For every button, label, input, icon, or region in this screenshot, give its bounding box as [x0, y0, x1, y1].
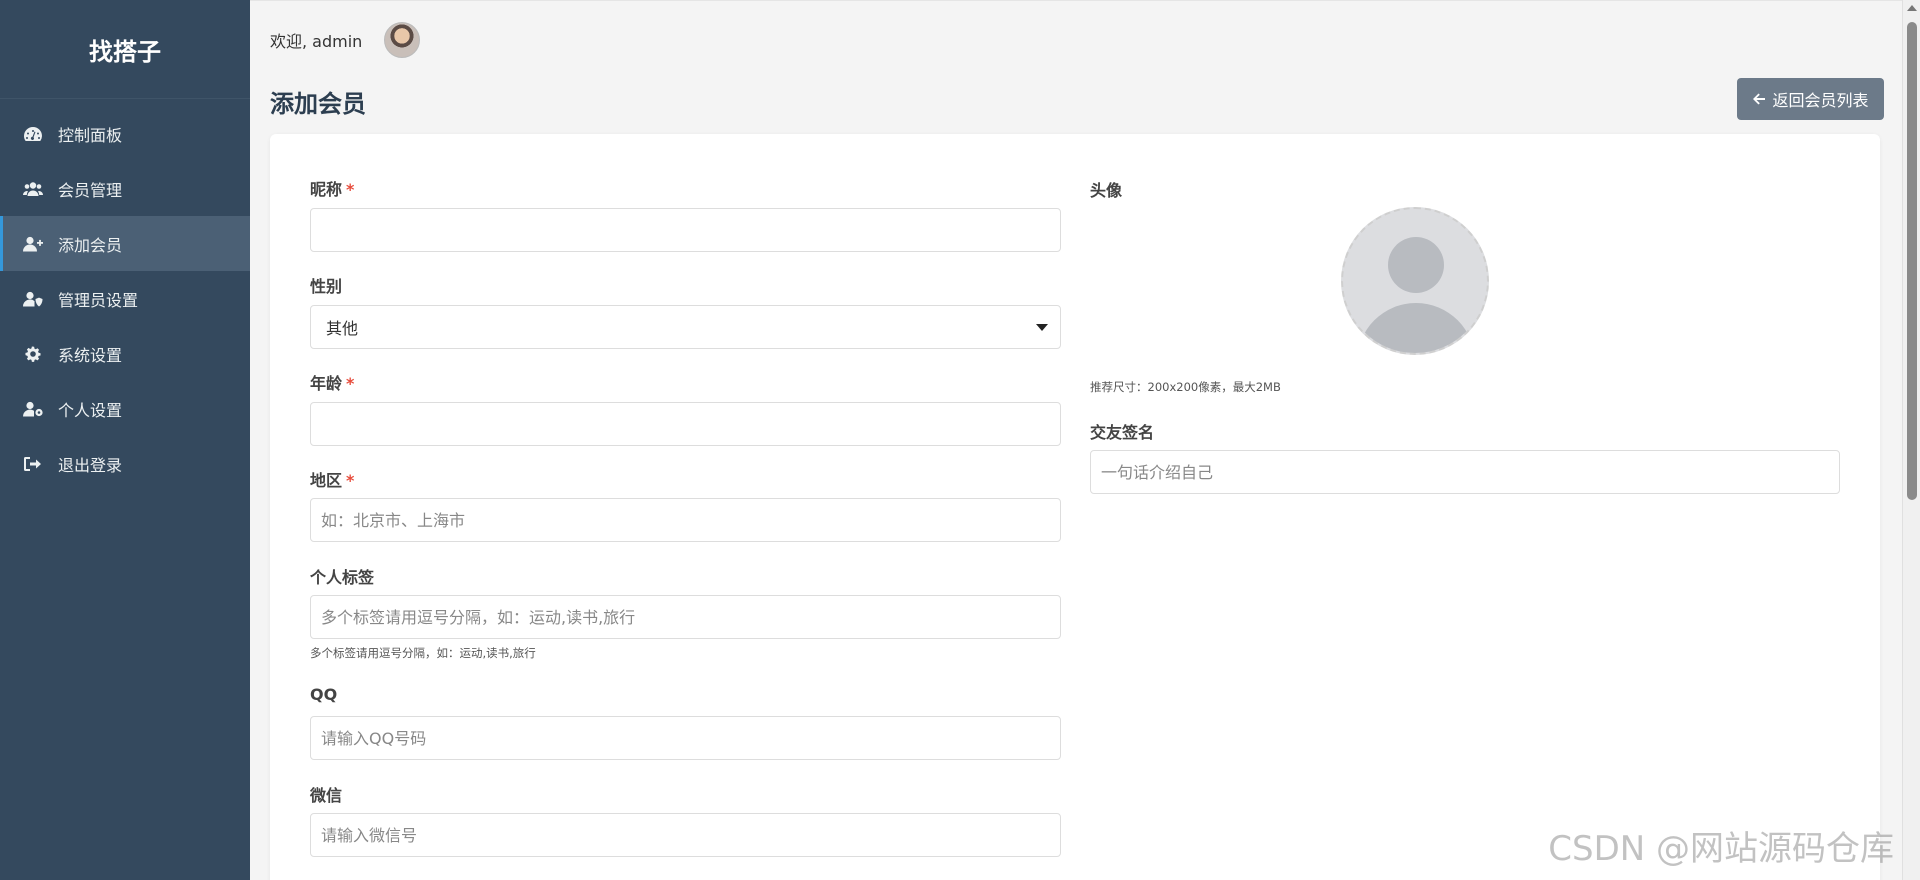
avatar-upload[interactable] [1341, 207, 1489, 355]
add-member-form: 昵称* 性别 其他 年龄* 地区* 个人标签 多个标签请用逗号分隔，如：运动,读… [270, 134, 1880, 880]
user-avatar[interactable] [384, 22, 421, 58]
sidebar-item-label: 控制面板 [58, 125, 123, 145]
sidebar: 找搭子 控制面板 会员管理 添加会员 管理员设置 系统设置 个人设置 退出登录 [0, 0, 250, 880]
required-mark: * [346, 471, 355, 490]
age-label: 年龄 * [310, 370, 354, 394]
nickname-input[interactable] [310, 208, 1061, 252]
qq-label: QQ [310, 685, 338, 704]
region-input[interactable] [310, 498, 1061, 542]
welcome-text: 欢迎, admin [270, 32, 363, 51]
sidebar-item-dashboard[interactable]: 控制面板 [0, 106, 250, 161]
users-icon [22, 180, 44, 198]
tags-label: 个人标签 [310, 568, 375, 587]
gender-select[interactable]: 其他 [310, 305, 1061, 349]
tags-hint: 多个标签请用逗号分隔，如：运动,读书,旅行 [310, 646, 536, 660]
sidebar-item-logout[interactable]: 退出登录 [0, 436, 250, 491]
sidebar-item-admin-settings[interactable]: 管理员设置 [0, 271, 250, 326]
user-plus-icon [22, 235, 44, 253]
gear-icon [22, 345, 44, 363]
gender-selected-value: 其他 [326, 319, 359, 338]
sidebar-item-label: 系统设置 [58, 345, 123, 365]
scrollbar-thumb[interactable] [1907, 22, 1917, 500]
sidebar-nav: 控制面板 会员管理 添加会员 管理员设置 系统设置 个人设置 退出登录 [0, 99, 250, 491]
tags-input[interactable] [310, 595, 1061, 639]
sidebar-item-label: 会员管理 [58, 180, 123, 200]
sidebar-item-personal-settings[interactable]: 个人设置 [0, 381, 250, 436]
avatar-label: 头像 [1090, 181, 1123, 200]
sidebar-item-label: 添加会员 [58, 235, 123, 255]
signature-input[interactable] [1090, 450, 1840, 494]
signature-label: 交友签名 [1090, 423, 1155, 442]
sidebar-item-label: 退出登录 [58, 455, 123, 475]
sidebar-item-add-member[interactable]: 添加会员 [0, 216, 250, 271]
wechat-input[interactable] [310, 813, 1061, 857]
nickname-label: 昵称 * [310, 176, 354, 200]
back-to-member-list-button[interactable]: 返回会员列表 [1737, 78, 1884, 120]
main-content: 欢迎, admin 添加会员 返回会员列表 昵称 * 性别 其他 年龄 * 地区 * … [250, 0, 1902, 880]
top-bar: 欢迎, admin [270, 21, 421, 59]
age-label-text: 年龄 [310, 374, 343, 393]
gender-label: 性别 [310, 277, 343, 296]
user-cog-icon [22, 400, 44, 418]
sign-out-icon [22, 455, 44, 473]
sidebar-item-members[interactable]: 会员管理 [0, 161, 250, 216]
page-title: 添加会员 [270, 90, 366, 118]
required-mark: * [346, 180, 355, 199]
scroll-up-arrow-icon[interactable] [1907, 5, 1917, 11]
region-label-text: 地区 [310, 471, 343, 490]
avatar-placeholder-body [1357, 303, 1475, 353]
back-button-label: 返回会员列表 [1772, 93, 1869, 110]
brand-title[interactable]: 找搭子 [0, 0, 250, 99]
watermark: CSDN @网站源码仓库 [1548, 829, 1894, 869]
caret-down-icon [1036, 323, 1048, 331]
sidebar-item-label: 管理员设置 [58, 290, 139, 310]
avatar-placeholder-head [1388, 237, 1444, 293]
sidebar-item-label: 个人设置 [58, 400, 123, 420]
age-input[interactable] [310, 402, 1061, 446]
user-shield-icon [22, 290, 44, 308]
avatar-hint: 推荐尺寸：200x200像素，最大2MB [1090, 380, 1281, 394]
nickname-label-text: 昵称 [310, 180, 343, 199]
sidebar-item-system-settings[interactable]: 系统设置 [0, 326, 250, 381]
required-mark: * [346, 374, 355, 393]
qq-input[interactable] [310, 716, 1061, 760]
wechat-label: 微信 [310, 786, 343, 805]
page-scrollbar[interactable] [1902, 0, 1920, 880]
region-label: 地区 * [310, 467, 354, 491]
dashboard-icon [22, 125, 44, 143]
arrow-left-icon [1753, 93, 1766, 105]
